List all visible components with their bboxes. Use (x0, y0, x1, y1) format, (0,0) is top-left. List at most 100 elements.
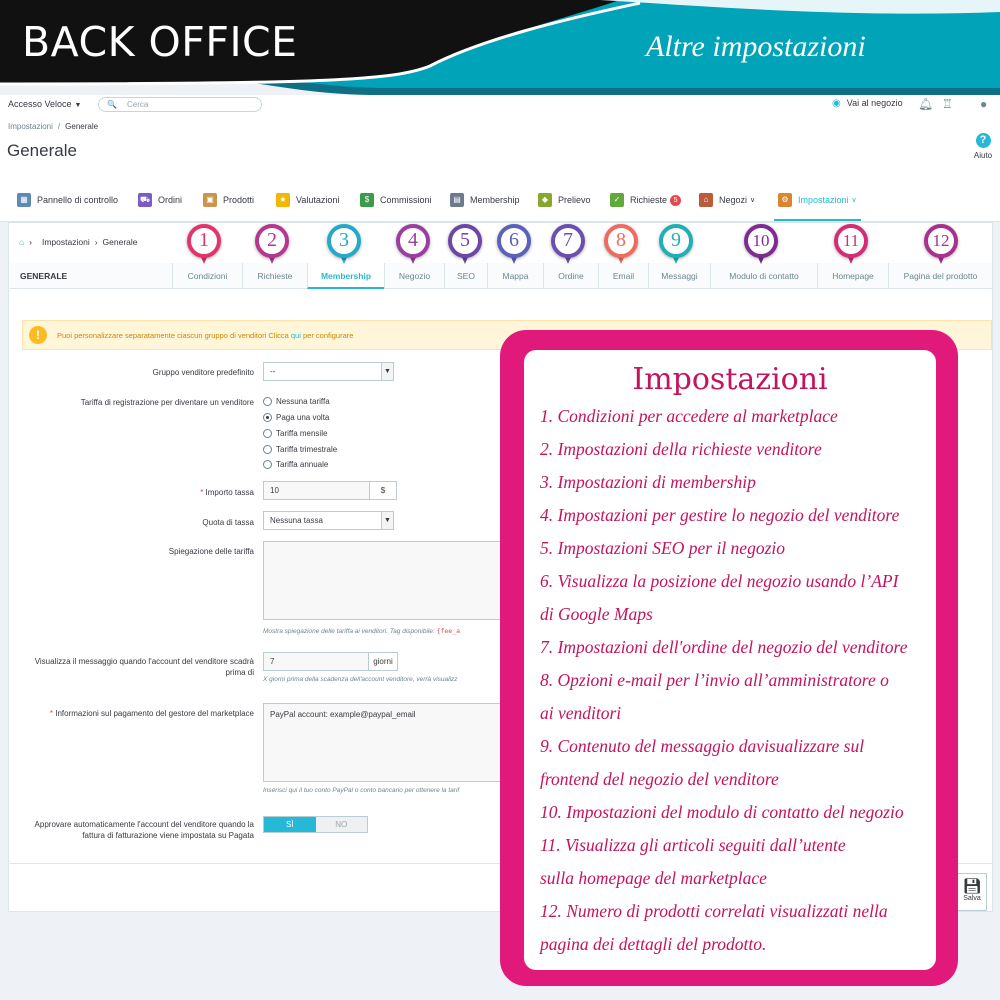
payment-label: * Informazioni sul pagamento del gestore… (14, 708, 254, 719)
fee-option-label: Tariffa mensile (276, 429, 328, 438)
fee-option[interactable]: Tariffa trimestrale (263, 445, 337, 454)
tab-shop[interactable]: Negozio (384, 263, 444, 289)
card-line: 7. Impostazioni dell'ordine del negozio … (540, 637, 908, 657)
pin-marker: 6 (497, 224, 531, 266)
breadcrumb-item[interactable]: Impostazioni (8, 122, 53, 131)
trophy-icon[interactable]: ♖ (942, 97, 953, 111)
menu-item-shops[interactable]: ⌂ Negozi ∨ (699, 193, 755, 207)
tab-messages[interactable]: Messaggi (648, 263, 710, 289)
pin-number: 10 (744, 224, 778, 258)
pin-marker: 2 (255, 224, 289, 266)
tax-label: Quota di tassa (202, 518, 254, 527)
eye-icon: ◉ (832, 98, 841, 109)
quick-access-menu[interactable]: Accesso Veloce ▼ (8, 99, 81, 109)
pin-marker: 12 (924, 224, 958, 266)
menu-label: Membership (470, 195, 520, 205)
pin-marker: 4 (396, 224, 430, 266)
amount-input[interactable]: 10 (263, 481, 370, 500)
group-label: Gruppo venditore predefinito (152, 368, 254, 377)
account-icon[interactable]: ● (980, 97, 987, 111)
chevron-down-icon: ▼ (381, 363, 393, 380)
menu-item-orders[interactable]: ⛟ Ordini (138, 193, 182, 207)
fee-option[interactable]: Tariffa annuale (263, 460, 328, 469)
menu-item-membership[interactable]: ▤ Membership (450, 193, 520, 207)
menu-item-products[interactable]: ▣ Prodotti (203, 193, 254, 207)
pin-marker: 1 (187, 224, 221, 266)
box-icon: ▣ (203, 193, 217, 207)
requests-badge: 5 (670, 194, 682, 206)
payment-textarea[interactable]: PayPal account: example@paypal_email (263, 703, 503, 782)
bell-icon[interactable]: 🔔︎ (918, 97, 933, 111)
tab-conditions[interactable]: Condizioni (172, 263, 242, 289)
pin-marker: 3 (327, 224, 361, 266)
alert-link[interactable]: qui (291, 331, 301, 340)
menu-label: Negozi (719, 195, 748, 205)
pin-number: 1 (187, 224, 221, 258)
home-icon[interactable]: ⌂ (19, 237, 24, 247)
card-body: Impostazioni 1. Condizioni per accedere … (524, 350, 936, 970)
explanation-textarea[interactable] (263, 541, 503, 620)
tab-contact-form[interactable]: Modulo di contatto (710, 263, 817, 289)
tab-requests[interactable]: Richieste (242, 263, 307, 289)
radio-button (263, 460, 272, 469)
menu-label: Valutazioni (296, 195, 340, 205)
breadcrumb-item[interactable]: Impostazioni (42, 237, 90, 247)
card-line: pagina dei dettagli del prodotto. (540, 934, 767, 954)
menu-label: Commissioni (380, 195, 432, 205)
banner-subtitle: Altre impostazioni (646, 30, 866, 63)
pin-marker: 8 (604, 224, 638, 266)
tab-product-page[interactable]: Pagina del prodotto (888, 263, 992, 289)
toggle-yes[interactable]: SÌ (264, 817, 316, 832)
amount-label-text: Importo tassa (205, 488, 254, 497)
card-line: sulla homepage del marketplace (540, 868, 767, 888)
fee-option[interactable]: Nessuna tariffa (263, 397, 330, 406)
pin-marker: 10 (744, 224, 778, 266)
search-input[interactable]: 🔍 Cerca (98, 97, 262, 112)
pin-number: 2 (255, 224, 289, 258)
tab-email[interactable]: Email (598, 263, 648, 289)
fee-option[interactable]: Paga una volta (263, 413, 329, 422)
approve-toggle[interactable]: SÌ NO (263, 816, 368, 833)
radio-button (263, 429, 272, 438)
tab-map[interactable]: Mappa (487, 263, 543, 289)
tax-select[interactable]: Nessuna tassa ▼ (263, 511, 394, 530)
save-button[interactable]: 💾︎ Salva (957, 873, 987, 911)
menu-label: Ordini (158, 195, 183, 205)
store-icon: ⌂ (699, 193, 713, 207)
settings-info-card: Impostazioni 1. Condizioni per accedere … (500, 330, 958, 986)
card-line: 12. Numero di prodotti correlati visuali… (540, 901, 888, 921)
radio-button (263, 445, 272, 454)
page-header: Impostazioni / Generale Generale ? Aiuto (0, 115, 1000, 180)
menu-item-reviews[interactable]: ★ Valutazioni (276, 193, 339, 207)
card-line: 11. Visualizza gli articoli seguiti dall… (540, 835, 846, 855)
menu-item-commissions[interactable]: $ Commissioni (360, 193, 432, 207)
group-select[interactable]: -- ▼ (263, 362, 394, 381)
fee-option-label: Tariffa annuale (276, 460, 329, 469)
chevron-down-icon: ▼ (381, 512, 393, 529)
tab-order[interactable]: Ordine (543, 263, 598, 289)
pin-number: 6 (497, 224, 531, 258)
card-title: Impostazioni (632, 362, 828, 397)
view-shop-label: Vai al negozio (846, 98, 903, 108)
menu-item-requests[interactable]: ✓ Richieste 5 (610, 193, 682, 207)
tax-value: Nessuna tassa (270, 516, 323, 525)
pin-number: 11 (834, 224, 868, 258)
toggle-no[interactable]: NO (315, 817, 367, 832)
menu-item-dashboard[interactable]: ▦ Pannello di controllo (17, 193, 118, 207)
pin-number: 12 (924, 224, 958, 258)
view-shop-link[interactable]: ◉ Vai al negozio (832, 98, 903, 109)
tab-membership[interactable]: Membership (307, 263, 384, 289)
tab-homepage[interactable]: Homepage (817, 263, 888, 289)
menu-item-settings[interactable]: ⚙ Impostazioni ∨ (774, 193, 861, 221)
days-input[interactable]: 7 (263, 652, 369, 671)
check-icon: ✓ (610, 193, 624, 207)
banner-title: BACK OFFICE (22, 18, 298, 66)
help-button[interactable]: ? Aiuto (970, 133, 996, 160)
gears-icon: ⚙ (778, 193, 792, 207)
pin-marker: 5 (448, 224, 482, 266)
fee-option[interactable]: Tariffa mensile (263, 429, 327, 438)
search-icon: 🔍 (107, 100, 117, 109)
menu-item-withdrawal[interactable]: ◆ Prelievo (538, 193, 591, 207)
tab-seo[interactable]: SEO (444, 263, 487, 289)
pin-number: 9 (659, 224, 693, 258)
